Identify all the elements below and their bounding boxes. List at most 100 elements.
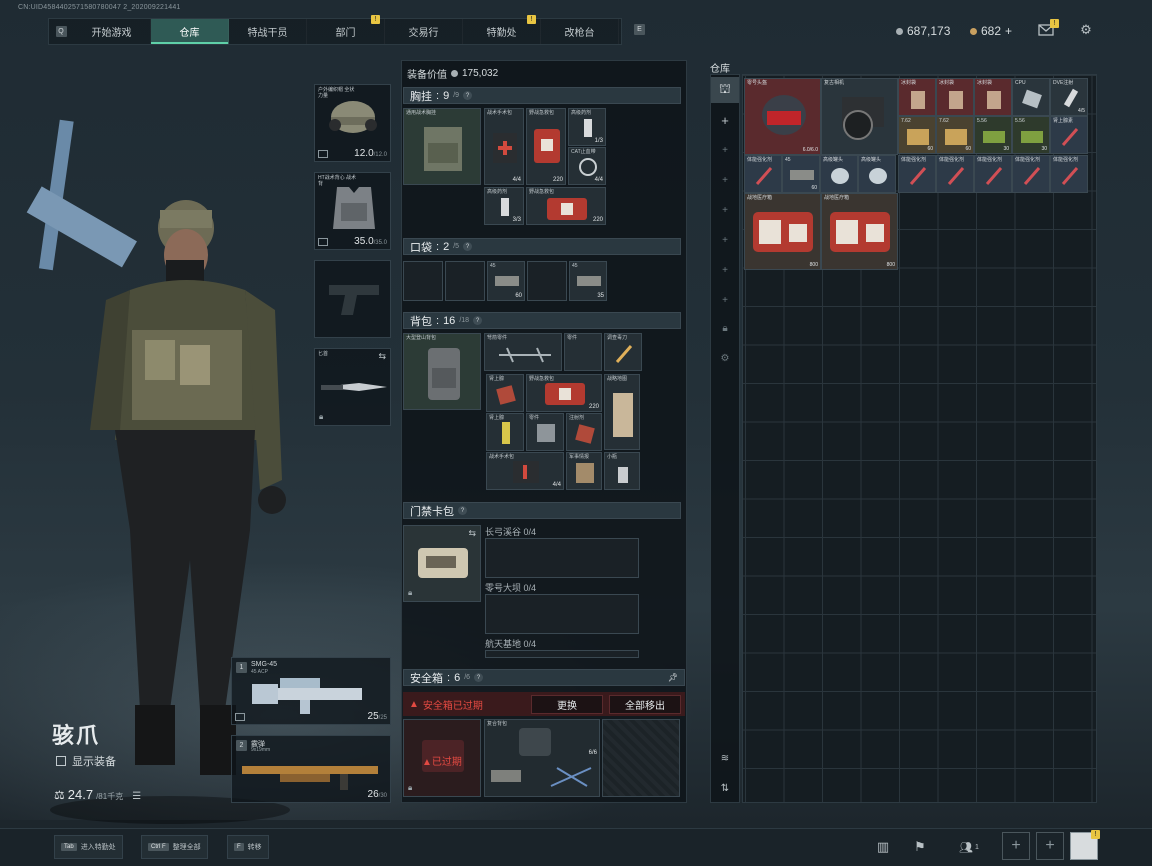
checkbox[interactable] bbox=[56, 756, 66, 766]
backpack-slot[interactable]: 零件 bbox=[564, 333, 602, 371]
pistol-slot[interactable] bbox=[314, 260, 391, 338]
chest-slot[interactable]: CAT止血带 4/4 bbox=[568, 147, 606, 185]
backpack-slot[interactable]: 军事情报 bbox=[566, 452, 602, 490]
help-icon[interactable]: ? bbox=[474, 673, 484, 682]
tab-department[interactable]: 部门! bbox=[307, 15, 385, 44]
warehouse-item[interactable]: DVE注射 4/5 bbox=[1050, 78, 1088, 116]
help-icon[interactable]: ? bbox=[473, 316, 483, 325]
warehouse-item[interactable]: 战地医疗箱 800 bbox=[744, 193, 821, 270]
backpack-item[interactable]: 大型登山背包 bbox=[403, 333, 481, 410]
warehouse-item[interactable]: 体能强化剂 bbox=[898, 155, 936, 193]
help-icon[interactable]: ? bbox=[458, 506, 467, 515]
warehouse-item[interactable]: 战地医疗箱 800 bbox=[821, 193, 898, 270]
backpack-slot[interactable]: 小瓶 bbox=[604, 452, 640, 490]
backpack-slot[interactable]: 注射剂 bbox=[566, 413, 602, 451]
backpack-slot[interactable]: 战略地图 bbox=[604, 374, 640, 450]
nav-next-key[interactable]: E bbox=[634, 24, 645, 35]
tab-warehouse[interactable]: 仓库 bbox=[151, 19, 229, 44]
tab-trading[interactable]: 交易行 bbox=[385, 19, 463, 44]
warehouse-item[interactable]: 5.56 30 bbox=[1012, 116, 1050, 154]
add-icon[interactable]: + bbox=[711, 287, 739, 313]
lock-icon[interactable]: 🔒︎ bbox=[711, 315, 739, 341]
replace-button[interactable]: 更换 bbox=[531, 695, 603, 714]
swap-icon[interactable]: ⇆ bbox=[468, 528, 476, 539]
chest-slot[interactable]: 野战急救包 220 bbox=[526, 187, 606, 225]
tab-gunsmith[interactable]: 改枪台 bbox=[541, 19, 619, 44]
add-icon[interactable]: + bbox=[711, 257, 739, 283]
invite-slot-button[interactable]: + bbox=[1002, 832, 1030, 860]
warehouse-item[interactable]: 零号头盔 6.0/6.0 bbox=[744, 78, 821, 155]
show-gear-toggle[interactable]: 显示装备 bbox=[56, 753, 116, 769]
move-all-button[interactable]: 全部移出 bbox=[609, 695, 681, 714]
warehouse-item[interactable]: 肾上腺素 bbox=[1050, 116, 1088, 154]
stats-button[interactable]: ▥ bbox=[874, 838, 892, 856]
secondary-weapon-slot[interactable]: 2 霰弹 9x19mm 26/30 bbox=[231, 735, 391, 803]
pocket-slot-empty[interactable] bbox=[403, 261, 443, 301]
hotkey-sort-all[interactable]: Ctrl F 整理全部 bbox=[141, 835, 208, 859]
add-icon[interactable]: + bbox=[711, 167, 739, 193]
settings-button[interactable]: ⚙ bbox=[1077, 21, 1095, 39]
help-icon[interactable]: ? bbox=[463, 91, 473, 100]
nav-prev-key[interactable]: Q bbox=[49, 19, 73, 44]
warehouse-item[interactable]: 7.62 60 bbox=[936, 116, 974, 154]
primary-weapon-slot[interactable]: 1 SMG-45 45 ACP 25/25 bbox=[231, 657, 391, 725]
key-slot-area[interactable] bbox=[485, 538, 639, 578]
warehouse-item[interactable]: 冰封袋 bbox=[898, 78, 936, 116]
friends-button[interactable]: 👥︎ 1 bbox=[954, 838, 984, 856]
gear-icon[interactable]: ⚙ bbox=[711, 345, 739, 371]
key-slot-area[interactable] bbox=[485, 594, 639, 634]
warehouse-item[interactable]: 冰封袋 bbox=[974, 78, 1012, 116]
warehouse-item[interactable]: 45 60 bbox=[782, 155, 820, 193]
backpack-slot[interactable]: 调查毒刀 bbox=[604, 333, 642, 371]
gold-currency[interactable]: 682 + bbox=[970, 24, 1012, 38]
safebox-item[interactable]: ▲已过期 🔒︎ bbox=[403, 719, 481, 797]
backpack-slot[interactable]: 肾上腺 bbox=[486, 374, 524, 412]
hotkey-transfer[interactable]: F 转移 bbox=[227, 835, 269, 859]
warehouse-item[interactable]: 冰封袋 bbox=[936, 78, 974, 116]
warehouse-item[interactable]: 体能强化剂 bbox=[1012, 155, 1050, 193]
chest-slot[interactable]: 高级药剂 3/3 bbox=[484, 187, 524, 225]
warehouse-item[interactable]: CPU bbox=[1012, 78, 1050, 116]
chest-rig-item[interactable]: 通用战术胸挂 bbox=[403, 108, 481, 185]
chest-slot[interactable]: 野战急救包 220 bbox=[526, 108, 566, 185]
tab-start-game[interactable]: 开始游戏 bbox=[73, 19, 151, 44]
warehouse-item[interactable]: 7.62 60 bbox=[898, 116, 936, 154]
tab-special-ops[interactable]: 特勤处! bbox=[463, 15, 541, 44]
add-icon[interactable]: + bbox=[711, 107, 739, 133]
backpack-slot[interactable]: 弩箭零件 bbox=[484, 333, 562, 371]
keycard-case-item[interactable]: ⇆ 🔒︎ bbox=[403, 525, 481, 602]
chest-slot[interactable]: 高级药剂 1/3 bbox=[568, 108, 606, 146]
add-icon[interactable]: + bbox=[711, 227, 739, 253]
help-icon[interactable]: ? bbox=[463, 242, 473, 251]
pocket-slot[interactable]: 45 60 bbox=[487, 261, 525, 301]
add-icon[interactable]: + bbox=[711, 197, 739, 223]
safebox-slot[interactable]: 复合背包 6/6 bbox=[484, 719, 600, 797]
player-avatar[interactable]: ! bbox=[1070, 830, 1100, 860]
warehouse-item[interactable]: 高级罐头 bbox=[858, 155, 896, 193]
backpack-slot[interactable]: 零件 bbox=[526, 413, 564, 451]
warehouse-item[interactable]: 复古相机 bbox=[821, 78, 898, 155]
melee-slot[interactable]: 匕首 ⇆ 🔒︎ bbox=[314, 348, 391, 426]
hotkey-special-ops[interactable]: Tab 进入特勤处 bbox=[54, 835, 123, 859]
warehouse-item[interactable]: 高级罐头 bbox=[820, 155, 858, 193]
list-icon[interactable]: ☰ bbox=[132, 791, 141, 802]
armor-slot[interactable]: HT战术背心 战术背 35.0/35.0 bbox=[314, 172, 391, 250]
pocket-slot[interactable]: 45 35 bbox=[569, 261, 607, 301]
helmet-slot[interactable]: 户外编织帽 全状力量 12.0/12.0 bbox=[314, 84, 391, 162]
mail-button[interactable]: ! bbox=[1037, 19, 1059, 39]
warehouse-item[interactable]: 5.56 30 bbox=[974, 116, 1012, 154]
backpack-slot[interactable]: 野战急救包 220 bbox=[526, 374, 602, 412]
backpack-slot[interactable]: 肾上腺 bbox=[486, 413, 524, 451]
key-slot-area[interactable] bbox=[485, 650, 639, 658]
chest-slot[interactable]: 战术手术包 4/4 bbox=[484, 108, 524, 185]
warehouse-item[interactable]: 体能强化剂 bbox=[974, 155, 1012, 193]
invite-slot-button[interactable]: + bbox=[1036, 832, 1064, 860]
warehouse-item[interactable]: 体能强化剂 bbox=[744, 155, 782, 193]
warehouse-item[interactable]: 体能强化剂 bbox=[1050, 155, 1088, 193]
swap-icon[interactable]: ⇆ bbox=[378, 351, 386, 362]
sort-icon[interactable]: ⇅ bbox=[711, 775, 739, 801]
backpack-slot[interactable]: 战术手术包 4/4 bbox=[486, 452, 564, 490]
add-icon[interactable]: + bbox=[711, 137, 739, 163]
tab-operators[interactable]: 特战干员 bbox=[229, 19, 307, 44]
flag-button[interactable]: ⚑ bbox=[911, 838, 929, 856]
